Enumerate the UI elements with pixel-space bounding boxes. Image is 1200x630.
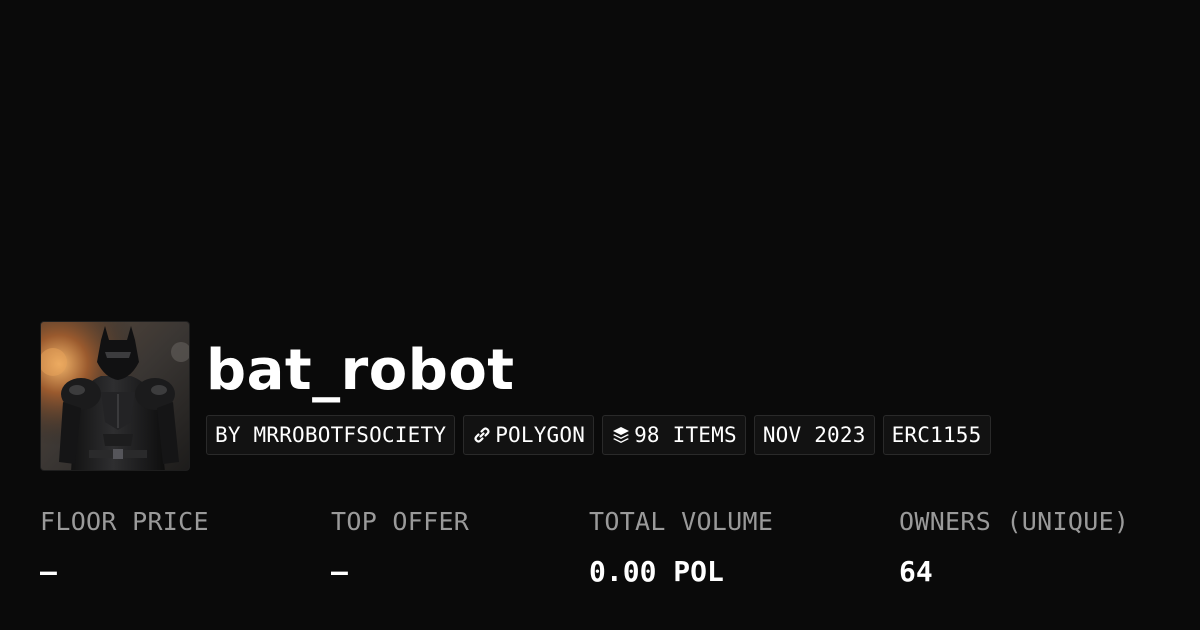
layers-icon: [611, 425, 631, 445]
owners-label: OWNERS (UNIQUE): [899, 507, 1130, 536]
creator-label: BY MRROBOTFSOCIETY: [215, 423, 447, 447]
collection-avatar: [40, 321, 190, 471]
top-offer-value: –: [331, 555, 348, 588]
collection-tags: BY MRROBOTFSOCIETY POLYGON 98 ITEMS NOV …: [206, 415, 991, 455]
owners-stat: OWNERS (UNIQUE) 64: [899, 505, 1129, 589]
top-offer-stat: TOP OFFER –: [331, 505, 469, 589]
date-label: NOV 2023: [762, 423, 866, 447]
items-label: 98 ITEMS: [634, 423, 737, 447]
bat-robot-image: [41, 322, 189, 470]
items-tag[interactable]: 98 ITEMS: [602, 415, 746, 455]
floor-price-stat: FLOOR PRICE –: [40, 505, 209, 589]
chain-tag[interactable]: POLYGON: [463, 415, 595, 455]
total-volume-label: TOTAL VOLUME: [589, 507, 774, 536]
total-volume-value: 0.00 POL: [589, 555, 724, 588]
date-tag: NOV 2023: [753, 415, 875, 455]
creator-tag[interactable]: BY MRROBOTFSOCIETY: [206, 415, 456, 455]
floor-price-label: FLOOR PRICE: [40, 507, 209, 536]
total-volume-stat: TOTAL VOLUME 0.00 POL: [589, 505, 773, 589]
link-icon: [472, 425, 492, 445]
floor-price-value: –: [40, 555, 57, 588]
top-offer-label: TOP OFFER: [331, 507, 470, 536]
chain-label: POLYGON: [495, 423, 586, 447]
standard-label: ERC1155: [891, 423, 982, 447]
standard-tag: ERC1155: [882, 415, 991, 455]
owners-value: 64: [899, 555, 933, 588]
collection-title: bat_robot: [206, 338, 515, 403]
